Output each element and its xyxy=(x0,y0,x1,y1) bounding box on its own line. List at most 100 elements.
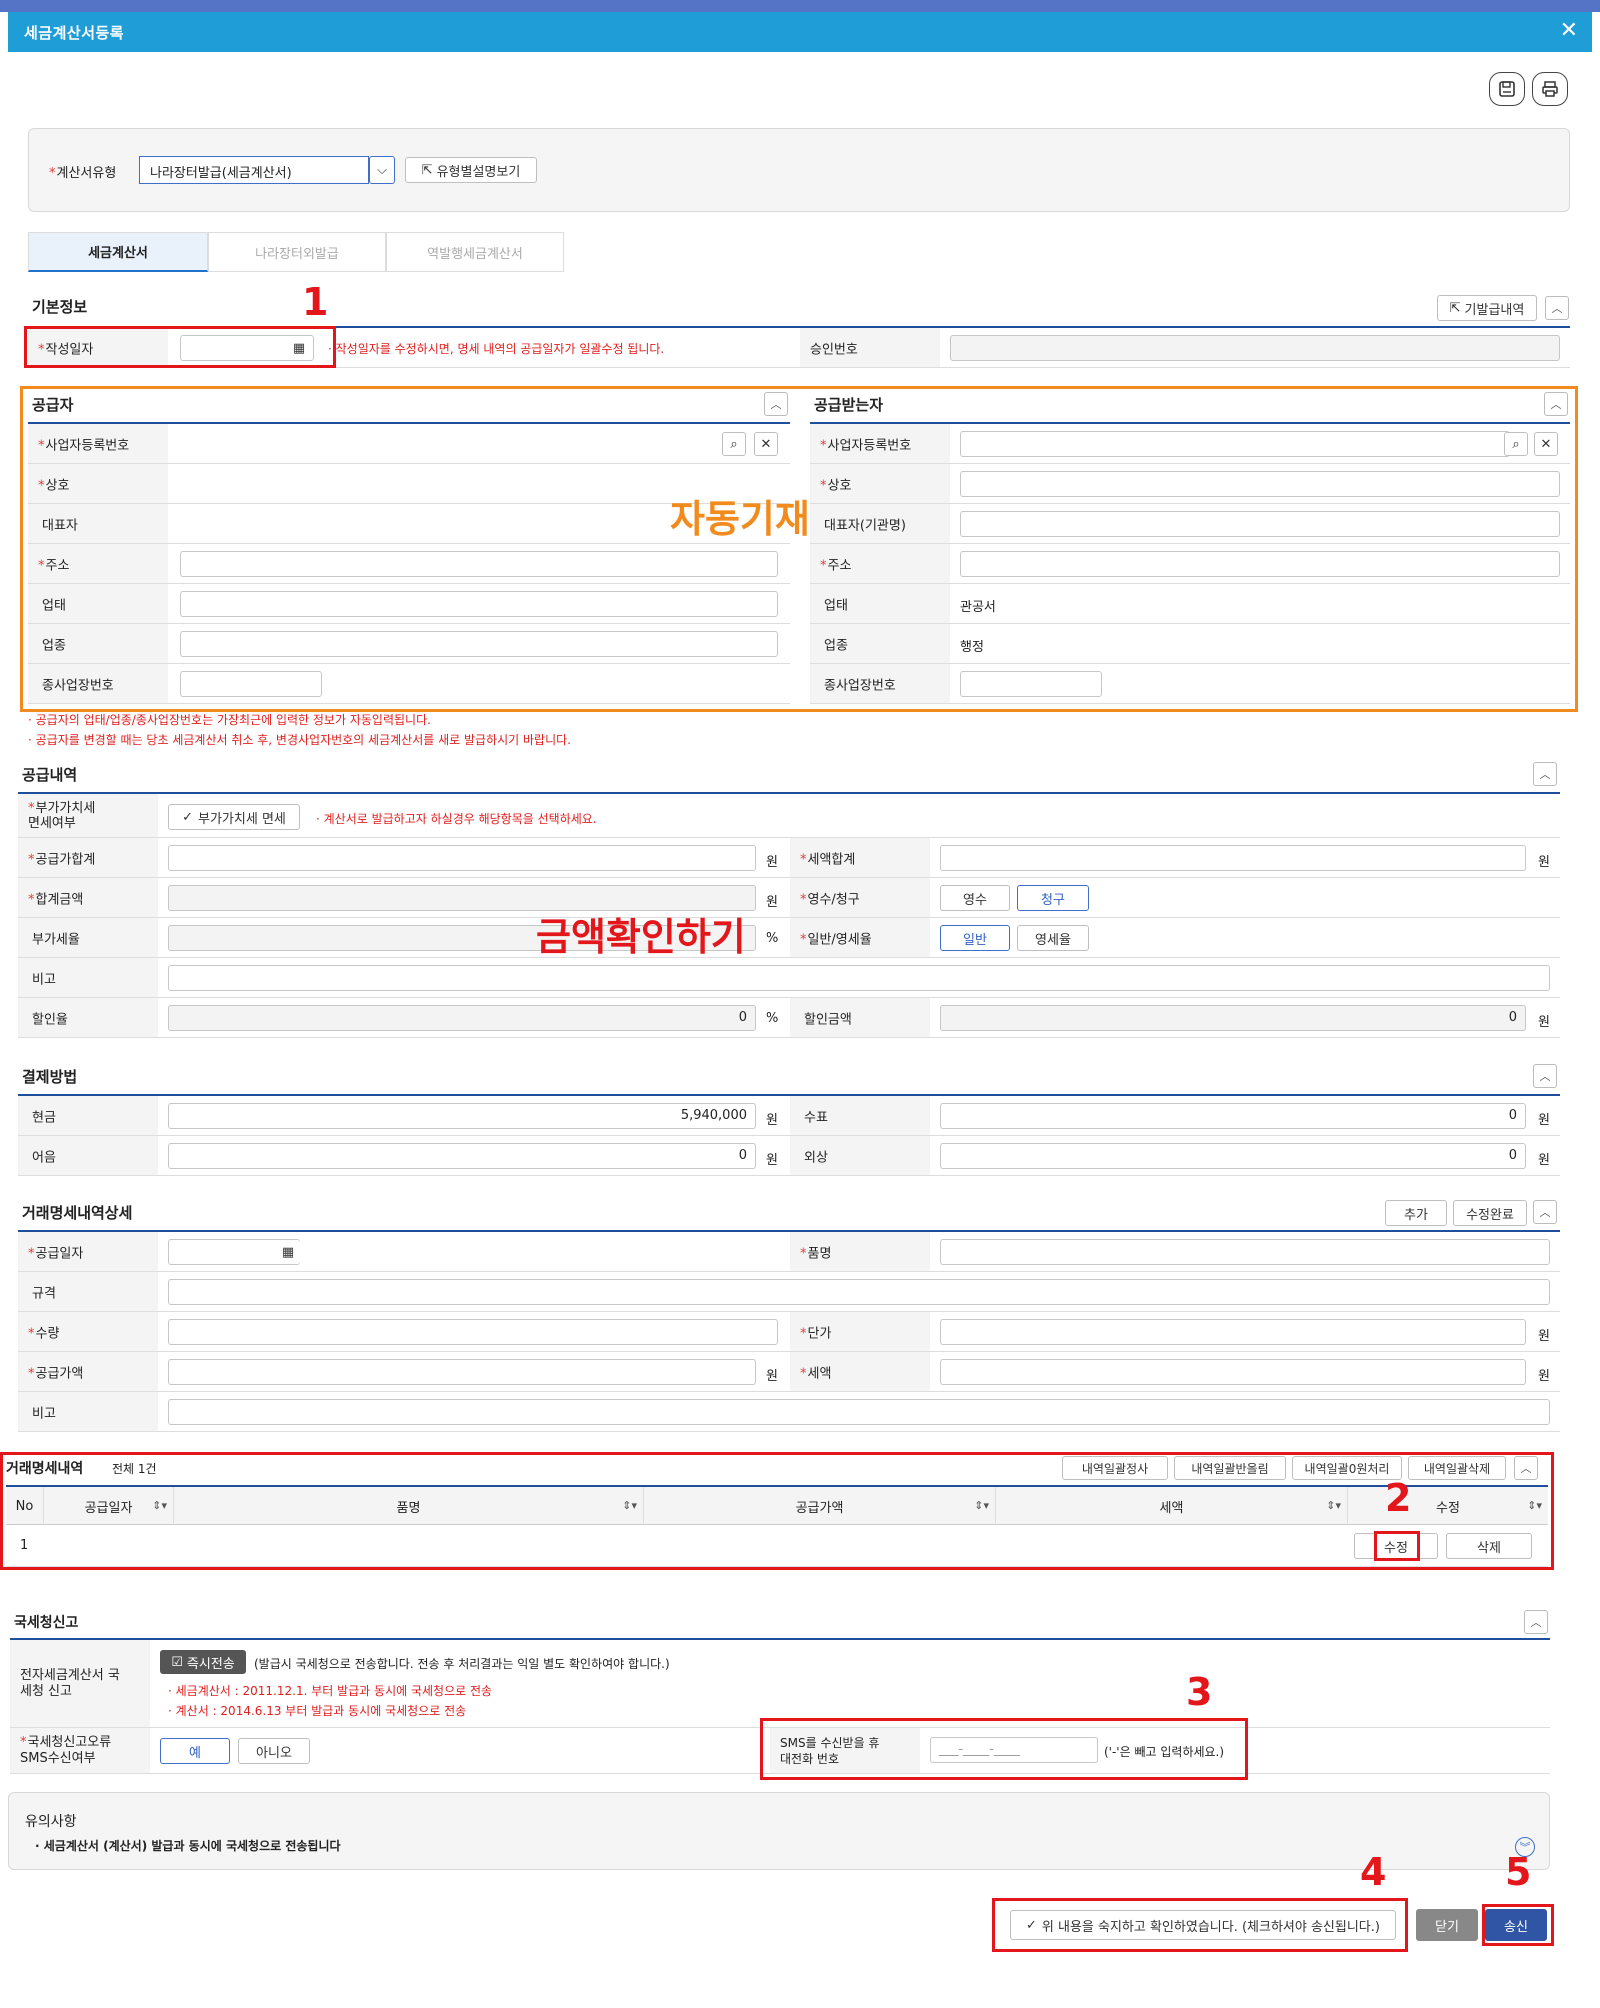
cash-input[interactable]: 5,940,000 xyxy=(168,1103,756,1129)
invoice-type-select[interactable]: 나라장터발급(세금계산서) xyxy=(139,156,369,184)
vat-exempt-label: 부가가치세 면세여부 xyxy=(28,801,98,831)
approval-label-cell: 승인번호 xyxy=(800,328,940,368)
supply-title: 공급내역 xyxy=(22,766,78,784)
cash-value: 5,940,000 xyxy=(680,1108,747,1123)
won-unit: 원 xyxy=(766,895,778,910)
caution-title: 유의사항 xyxy=(25,1814,77,1830)
checkbox-icon: ☑ xyxy=(171,1654,183,1670)
detail-spec-label-cell: 규격 xyxy=(18,1272,158,1312)
percent-unit: % xyxy=(766,1011,779,1026)
detail-price-input[interactable] xyxy=(940,1319,1526,1345)
detail-item-input[interactable] xyxy=(940,1239,1550,1265)
vat-rate-label-cell: 부가세율 xyxy=(18,918,158,958)
zero-rate-button[interactable]: 영세율 xyxy=(1017,925,1089,951)
edit-done-button[interactable]: 수정완료 xyxy=(1453,1200,1527,1226)
invoice-type-panel: 계산서유형 나라장터발급(세금계산서) ⌵ ⇱유형별설명보기 xyxy=(28,128,1570,212)
discount-rate-input[interactable]: 0 xyxy=(168,1005,756,1031)
external-link-icon: ⇱ xyxy=(1449,300,1461,316)
receipt-button[interactable]: 영수 xyxy=(940,885,1010,911)
tax-total-label-cell: 세액합계 xyxy=(790,838,930,878)
discount-amount-input[interactable]: 0 xyxy=(940,1005,1526,1031)
approval-input[interactable] xyxy=(950,335,1560,361)
won-unit: 원 xyxy=(1538,1113,1550,1128)
detail-tax-input[interactable] xyxy=(940,1359,1526,1385)
detail-item-label: 품명 xyxy=(800,1242,832,1261)
detail-amount-label-cell: 공급가액 xyxy=(18,1352,158,1392)
dialog-title: 세금계산서등록 xyxy=(24,24,125,42)
won-unit: 원 xyxy=(766,1113,778,1128)
edit-button-highlight xyxy=(1374,1531,1420,1561)
supply-remark-label: 비고 xyxy=(32,972,56,987)
detail-qty-input[interactable] xyxy=(168,1319,778,1345)
save-icon[interactable] xyxy=(1489,72,1525,106)
won-unit: 원 xyxy=(766,1369,778,1384)
nts-note-2: · 계산서 : 2014.6.13 부터 발급과 동시에 국세청으로 전송 xyxy=(168,1704,467,1718)
tab-reverse-invoice[interactable]: 역발행세금계산서 xyxy=(386,232,564,272)
amount-check-annotation: 금액확인하기 xyxy=(536,915,746,959)
step-1-number: 1 xyxy=(302,280,329,324)
print-icon[interactable] xyxy=(1532,72,1568,106)
vat-rate-label: 부가세율 xyxy=(32,932,80,947)
chevron-down-icon[interactable]: ⌵ xyxy=(369,156,395,184)
detail-qty-label-cell: 수량 xyxy=(18,1312,158,1352)
check-input[interactable]: 0 xyxy=(940,1103,1526,1129)
supply-remark-input[interactable] xyxy=(168,965,1550,991)
discount-amount-label: 할인금액 xyxy=(804,1012,852,1027)
detail-item-label-cell: 품명 xyxy=(790,1232,930,1272)
nts-e-label: 전자세금계산서 국세청 신고 xyxy=(20,1667,120,1699)
sms-yes-button[interactable]: 예 xyxy=(160,1738,230,1764)
general-zero-label-cell: 일반/영세율 xyxy=(790,918,930,958)
instant-send-note: (발급시 국세청으로 전송합니다. 전송 후 처리결과는 익일 별도 확인하여야… xyxy=(254,1657,670,1671)
discount-rate-value: 0 xyxy=(738,1010,747,1025)
note-input[interactable]: 0 xyxy=(168,1143,756,1169)
total-amount-label: 합계금액 xyxy=(28,888,84,907)
instant-send-label: 즉시전송 xyxy=(186,1656,235,1672)
invoice-type-label: 계산서유형 xyxy=(49,162,117,181)
supply-total-label-cell: 공급가합계 xyxy=(18,838,158,878)
general-rate-button[interactable]: 일반 xyxy=(940,925,1010,951)
vat-exempt-label-cell: 부가가치세 면세여부 xyxy=(18,794,158,838)
credit-input[interactable]: 0 xyxy=(940,1143,1526,1169)
vat-exempt-toggle[interactable]: ✓ 부가가치세 면세 xyxy=(168,804,300,830)
claim-button[interactable]: 청구 xyxy=(1017,885,1089,911)
note-value: 0 xyxy=(738,1148,747,1163)
won-unit: 원 xyxy=(1538,1369,1550,1384)
receipt-claim-label: 영수/청구 xyxy=(800,888,860,907)
approval-label: 승인번호 xyxy=(810,342,858,357)
close-button[interactable]: 닫기 xyxy=(1416,1909,1478,1941)
chevron-up-icon[interactable]: ︿ xyxy=(1533,1064,1557,1088)
note-label-cell: 어음 xyxy=(18,1136,158,1176)
add-button[interactable]: 추가 xyxy=(1385,1200,1447,1226)
type-guide-button[interactable]: ⇱ 유형별설명보기 xyxy=(405,157,537,183)
check-icon: ✓ xyxy=(182,809,194,825)
tab-tax-invoice[interactable]: 세금계산서 xyxy=(28,232,208,272)
dialog-title-bar: 세금계산서등록 ✕ xyxy=(8,12,1592,52)
supply-remark-label-cell: 비고 xyxy=(18,958,158,998)
history-button[interactable]: ⇱ 기발급내역 xyxy=(1437,295,1537,321)
close-icon[interactable]: ✕ xyxy=(1560,18,1578,43)
supply-total-input[interactable] xyxy=(168,845,756,871)
sms-no-button[interactable]: 아니오 xyxy=(238,1738,310,1764)
chevron-up-icon[interactable]: ︿ xyxy=(1533,1200,1557,1224)
date-note: · 작성일자를 수정하시면, 명세 내역의 공급일자가 일괄수정 됩니다. xyxy=(328,342,665,356)
detail-amount-input[interactable] xyxy=(168,1359,756,1385)
caution-text: · 세금계산서 (계산서) 발급과 동시에 국세청으로 전송됩니다 xyxy=(35,1839,341,1853)
chevron-up-icon[interactable]: ︿ xyxy=(1545,296,1569,320)
instant-send-toggle[interactable]: ☑ 즉시전송 xyxy=(160,1650,246,1674)
detail-remark-input[interactable] xyxy=(168,1399,1550,1425)
calendar-icon[interactable]: ▦ xyxy=(276,1240,300,1264)
nts-note-1: · 세금계산서 : 2011.12.1. 부터 발급과 동시에 국세청으로 전송 xyxy=(168,1684,493,1698)
tab-non-koneps[interactable]: 나라장터외발급 xyxy=(208,232,386,272)
chevron-up-icon[interactable]: ︿ xyxy=(1533,762,1557,786)
note-label: 어음 xyxy=(32,1150,56,1165)
step-4-number: 4 xyxy=(1360,1850,1387,1894)
sms-label-cell: 국세청신고오류 SMS수신여부 xyxy=(10,1728,150,1774)
chevron-up-icon[interactable]: ︿ xyxy=(1524,1610,1548,1634)
tax-total-input[interactable] xyxy=(940,845,1526,871)
vat-exempt-btn-label: 부가가치세 면세 xyxy=(198,811,286,827)
vat-note: · 계산서로 발급하고자 하실경우 해당항목을 선택하세요. xyxy=(316,812,597,826)
won-unit: 원 xyxy=(1538,1015,1550,1030)
discount-amount-label-cell: 할인금액 xyxy=(790,998,930,1038)
detail-spec-input[interactable] xyxy=(168,1279,1550,1305)
won-unit: 원 xyxy=(766,1153,778,1168)
